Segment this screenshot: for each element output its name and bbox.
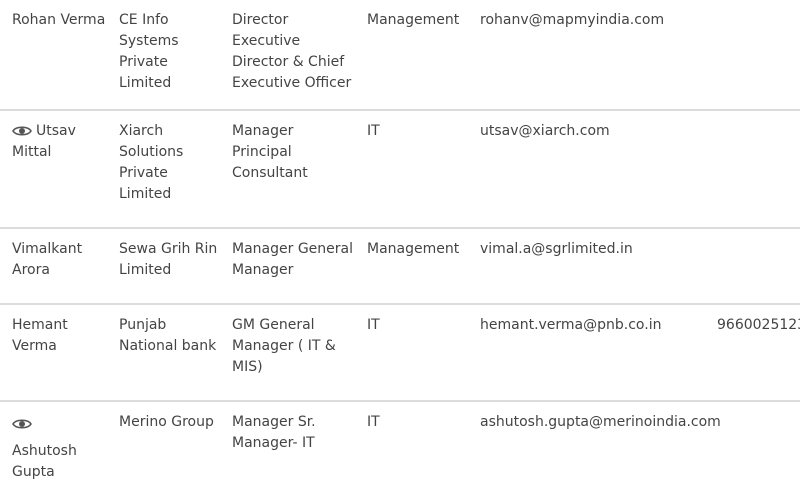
contact-email[interactable]: hemant.verma@pnb.co.in: [480, 315, 710, 336]
eye-icon[interactable]: [12, 124, 32, 138]
contact-department: Management: [367, 241, 460, 257]
eye-icon[interactable]: [12, 417, 32, 431]
contact-name: Vimalkant Arora: [12, 241, 83, 278]
contact-company: CE Info Systems Private Limited: [119, 12, 179, 91]
contact-name-cell: Ashutosh Gupta: [12, 412, 108, 483]
contact-company: Sewa Grih Rin Limited: [119, 241, 218, 278]
eye-icon-wrapper: [12, 412, 108, 433]
table-row: Hemant Verma Punjab National bank GM Gen…: [0, 305, 800, 402]
contact-title: Manager Sr. Manager- IT: [232, 414, 316, 451]
contact-department: IT: [367, 317, 380, 333]
contact-department: IT: [367, 123, 380, 139]
contact-title: Director Executive Director & Chief Exec…: [232, 12, 352, 91]
contact-email[interactable]: utsav@xiarch.com: [480, 121, 710, 142]
contact-email[interactable]: vimal.a@sgrlimited.in: [480, 239, 710, 260]
table-row: Ashutosh Gupta Merino Group Manager Sr. …: [0, 402, 800, 497]
contact-company: Xiarch Solutions Private Limited: [119, 123, 184, 202]
contact-title: GM General Manager ( IT & MIS): [232, 317, 336, 375]
table-row: Utsav Mittal Xiarch Solutions Private Li…: [0, 111, 800, 229]
contact-email[interactable]: rohanv@mapmyindia.com: [480, 10, 710, 31]
contact-phone: 9660025123: [717, 317, 800, 333]
table-row: Rohan Verma CE Info Systems Private Limi…: [0, 0, 800, 111]
contact-company: Merino Group: [119, 414, 214, 430]
contact-name-cell: Utsav Mittal: [12, 121, 108, 163]
contact-company: Punjab National bank: [119, 317, 217, 354]
contacts-table: Rohan Verma CE Info Systems Private Limi…: [0, 0, 800, 497]
contact-email[interactable]: ashutosh.gupta@merinoindia.com: [480, 412, 721, 433]
contact-title: Manager General Manager: [232, 241, 353, 278]
contact-name: Ashutosh Gupta: [12, 443, 77, 480]
contact-name: Hemant Verma: [12, 317, 68, 354]
contact-name: Rohan Verma: [12, 12, 106, 28]
contact-department: Management: [367, 12, 460, 28]
contact-title: Manager Principal Consultant: [232, 123, 308, 181]
contact-department: IT: [367, 414, 380, 430]
table-row: Vimalkant Arora Sewa Grih Rin Limited Ma…: [0, 229, 800, 305]
